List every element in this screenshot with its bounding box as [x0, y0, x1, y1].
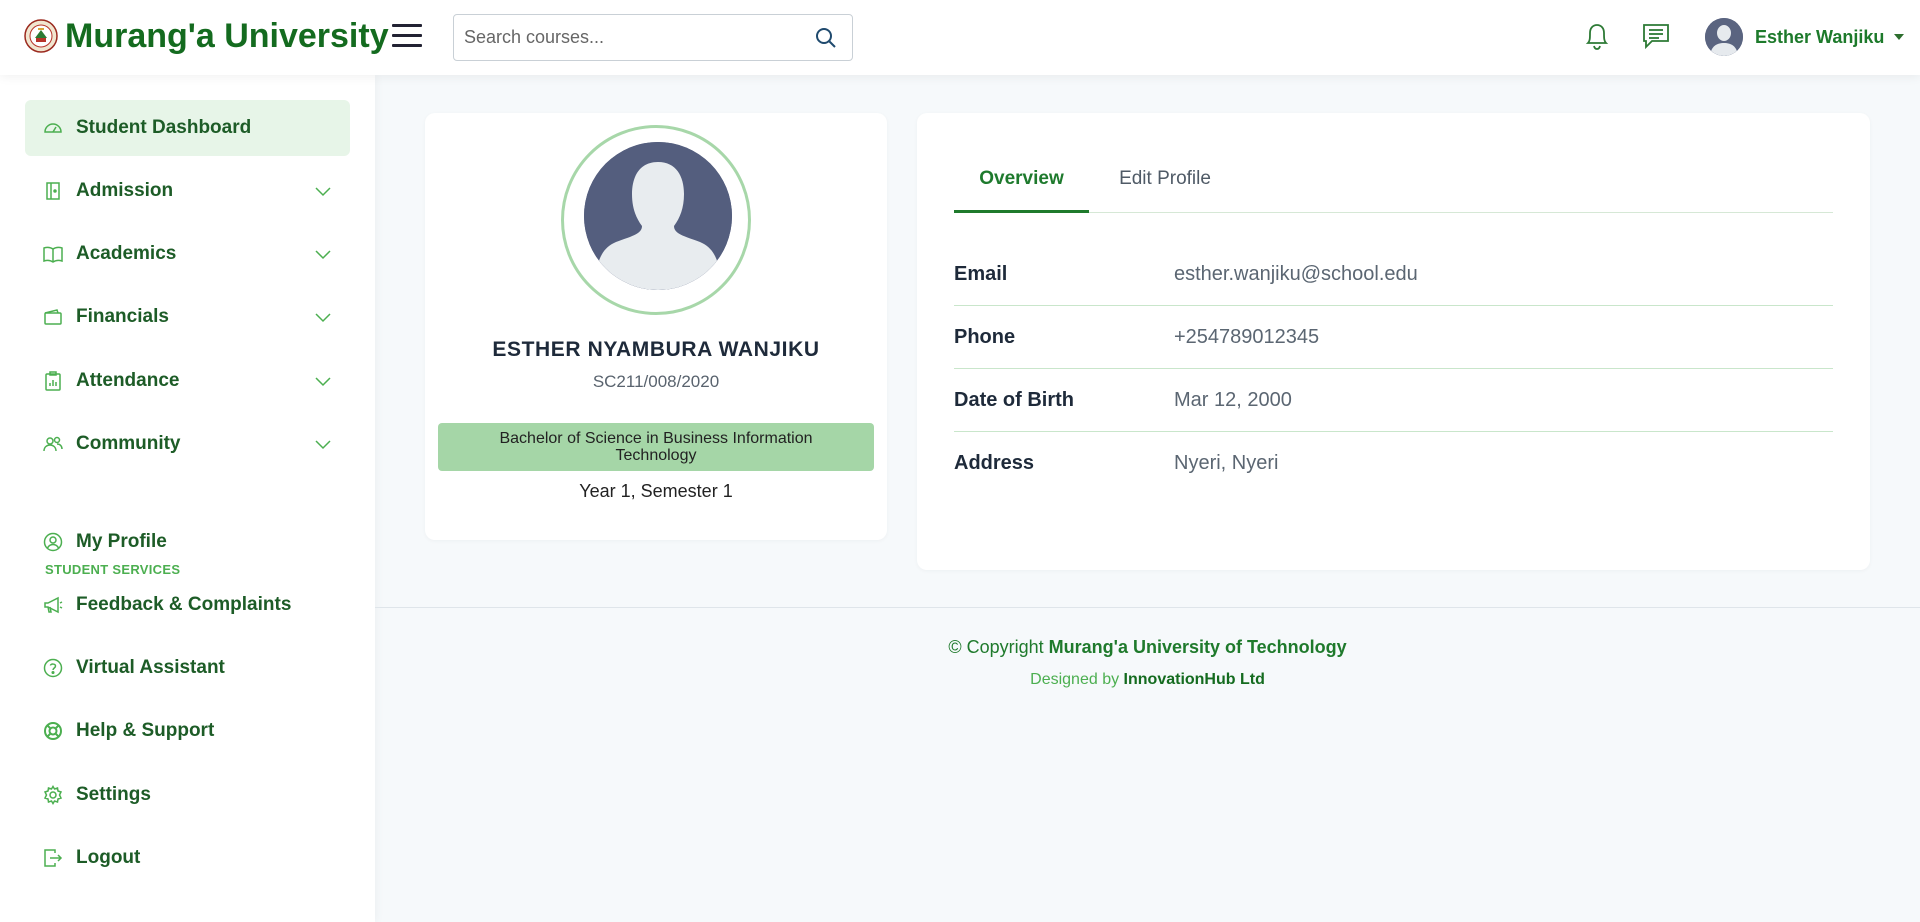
wallet-icon — [44, 309, 62, 325]
sidebar-item-label: Admission — [76, 180, 174, 201]
chevron-down-icon — [315, 313, 331, 323]
search-input[interactable] — [464, 15, 794, 60]
sidebar-item-label: Financials — [76, 306, 169, 327]
footer-copyright: © Copyright Murang'a University of Techn… — [375, 637, 1920, 658]
people-icon — [43, 436, 63, 452]
top-navbar: Murang'a University Esther Wanjiku — [0, 0, 1920, 75]
detail-label: Date of Birth — [954, 389, 1074, 411]
sidebar-item-settings[interactable]: Settings — [25, 767, 350, 823]
sidebar-item-attendance[interactable]: Attendance — [25, 353, 350, 409]
chevron-down-icon — [1894, 34, 1905, 40]
registration-number: SC211/008/2020 — [592, 372, 720, 391]
copyright-org: Murang'a University of Technology — [1048, 637, 1347, 657]
designer-link[interactable]: InnovationHub Ltd — [1124, 671, 1265, 688]
bell-icon[interactable] — [1583, 20, 1611, 52]
profile-details-card: Overview Edit Profile Email esther.wanji… — [917, 113, 1870, 570]
lifebuoy-icon — [44, 722, 62, 740]
tab-edit-profile[interactable]: Edit Profile — [1089, 153, 1241, 213]
detail-value: +254789012345 — [1174, 326, 1320, 348]
copyright-prefix: © Copyright — [948, 637, 1044, 657]
chevron-down-icon — [315, 440, 331, 450]
tab-overview[interactable]: Overview — [954, 153, 1089, 213]
detail-value: Nyeri, Nyeri — [1174, 452, 1279, 474]
door-icon — [46, 182, 60, 200]
sidebar-item-student-dashboard[interactable]: Student Dashboard — [25, 100, 350, 156]
chevron-down-icon — [315, 250, 331, 260]
megaphone-icon — [44, 596, 63, 614]
footer-designed-by: Designed by InnovationHub Ltd — [375, 671, 1920, 689]
chevron-down-icon — [315, 377, 331, 387]
sidebar-item-my-profile[interactable]: My Profile — [25, 514, 350, 570]
detail-row-address: Address Nyeri, Nyeri — [954, 432, 1833, 495]
logout-icon — [44, 849, 63, 867]
sidebar-item-community[interactable]: Community — [25, 416, 350, 472]
program-badge: Bachelor of Science in Business Informat… — [438, 423, 874, 471]
sidebar-item-label: Help & Support — [76, 720, 215, 741]
detail-row-phone: Phone +254789012345 — [954, 306, 1833, 369]
profile-tabs: Overview Edit Profile — [954, 153, 1833, 213]
detail-label: Phone — [954, 326, 1016, 348]
sidebar-item-label: Virtual Assistant — [76, 657, 225, 678]
sidebar-item-label: Logout — [76, 847, 141, 868]
user-menu[interactable]: Esther Wanjiku — [1705, 17, 1905, 57]
brand-title[interactable]: Murang'a University — [65, 17, 389, 56]
gear-icon — [43, 785, 63, 805]
detail-label: Email — [954, 263, 1008, 285]
chevron-down-icon — [315, 187, 331, 197]
gauge-icon — [44, 123, 62, 133]
designed-prefix: Designed by — [1030, 671, 1120, 688]
detail-row-dob: Date of Birth Mar 12, 2000 — [954, 369, 1833, 432]
sidebar-item-label: Academics — [76, 243, 177, 264]
sidebar-item-feedback[interactable]: Feedback & Complaints — [25, 577, 350, 633]
profile-avatar-ring — [561, 125, 751, 315]
menu-toggle-icon[interactable] — [392, 24, 422, 50]
detail-value: esther.wanjiku@school.edu — [1174, 263, 1418, 285]
chat-icon[interactable] — [1641, 20, 1671, 52]
user-circle-icon — [43, 532, 63, 552]
search-box — [453, 14, 853, 61]
sidebar-item-label: Settings — [76, 784, 151, 805]
sidebar-item-help-support[interactable]: Help & Support — [25, 703, 350, 759]
question-circle-icon — [43, 658, 63, 678]
book-icon — [43, 246, 63, 263]
sidebar-item-label: Feedback & Complaints — [76, 594, 292, 615]
sidebar-item-label: Attendance — [76, 370, 180, 391]
year-semester: Year 1, Semester 1 — [579, 481, 733, 501]
profile-card: ESTHER NYAMBURA WANJIKU SC211/008/2020 B… — [425, 113, 887, 540]
footer-divider — [375, 607, 1920, 608]
detail-value: Mar 12, 2000 — [1174, 389, 1292, 411]
sidebar-item-virtual-assistant[interactable]: Virtual Assistant — [25, 640, 350, 696]
sidebar-item-label: Community — [76, 433, 181, 454]
user-name: Esther Wanjiku — [1755, 26, 1885, 47]
sidebar: Student Dashboard Admission Academics Fi… — [0, 75, 375, 922]
sidebar-item-label: My Profile — [76, 531, 167, 552]
clipboard-icon — [45, 371, 61, 391]
avatar — [1705, 18, 1743, 56]
profile-avatar — [584, 142, 732, 290]
search-icon[interactable] — [814, 26, 838, 50]
sidebar-item-label: Student Dashboard — [76, 117, 252, 138]
sidebar-item-admission[interactable]: Admission — [25, 163, 350, 219]
detail-row-email: Email esther.wanjiku@school.edu — [954, 243, 1833, 306]
sidebar-item-academics[interactable]: Academics — [25, 226, 350, 282]
detail-label: Address — [954, 452, 1035, 474]
student-name: ESTHER NYAMBURA WANJIKU — [492, 338, 820, 361]
university-logo[interactable] — [24, 19, 58, 53]
sidebar-item-logout[interactable]: Logout — [25, 830, 350, 886]
sidebar-item-financials[interactable]: Financials — [25, 289, 350, 345]
